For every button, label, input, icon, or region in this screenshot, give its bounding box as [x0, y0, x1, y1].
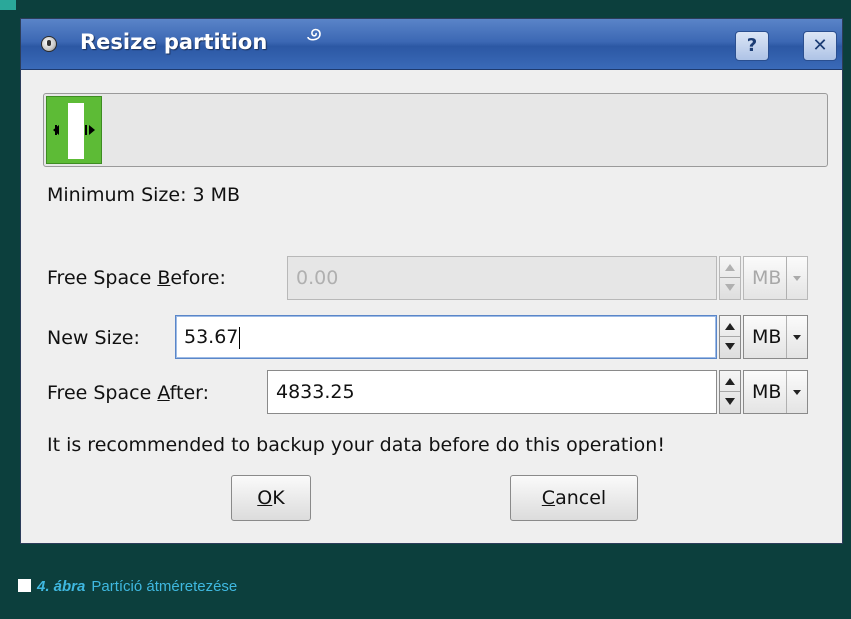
- chevron-down-icon: [786, 257, 807, 299]
- new-size-input[interactable]: 53.67: [175, 315, 717, 359]
- chevron-down-icon[interactable]: [786, 371, 807, 413]
- right-resize-handle-icon[interactable]: [85, 125, 95, 135]
- caption-bullet-icon: [18, 579, 31, 592]
- free-space-before-input: 0.00: [287, 256, 717, 300]
- spin-down-icon: [720, 278, 740, 299]
- label-text: fter:: [169, 382, 210, 404]
- backup-warning: It is recommended to backup your data be…: [47, 434, 665, 456]
- free-space-after-unit-select[interactable]: MB: [743, 370, 808, 414]
- caption-number: 4. ábra: [37, 578, 86, 595]
- cancel-button[interactable]: Cancel: [510, 475, 638, 521]
- app-icon: [41, 36, 57, 52]
- swirl-icon: [307, 28, 321, 41]
- chevron-down-icon[interactable]: [786, 316, 807, 358]
- free-space-before-label: Free Space Before:: [47, 267, 226, 289]
- partition-graph: [43, 93, 828, 167]
- free-space-after-input[interactable]: 4833.25: [267, 370, 717, 414]
- spin-up-icon: [720, 257, 740, 278]
- spin-down-icon[interactable]: [720, 337, 740, 358]
- label-text: efore:: [170, 267, 226, 289]
- free-space-before-spinner: [719, 256, 741, 300]
- label-text: Free Space: [47, 267, 158, 289]
- minimum-size-label: Minimum Size: 3 MB: [47, 184, 241, 206]
- new-size-label: New Size:: [47, 327, 140, 349]
- resize-partition-dialog: Resize partition ? ✕ Minimum Size: 3 MB …: [20, 18, 843, 544]
- label-mnemonic: B: [157, 267, 171, 289]
- help-button[interactable]: ?: [735, 31, 769, 61]
- text-cursor: [239, 326, 241, 349]
- window-title: Resize partition: [80, 30, 268, 54]
- label-mnemonic: A: [157, 382, 170, 404]
- new-size-spinner[interactable]: [719, 315, 741, 359]
- new-size-value: 53.67: [184, 326, 239, 348]
- free-space-after-label: Free Space After:: [47, 382, 209, 404]
- free-space-before-unit-select: MB: [743, 256, 808, 300]
- unit-value: MB: [752, 326, 782, 348]
- close-button[interactable]: ✕: [803, 31, 837, 61]
- label-text: Free Space: [47, 382, 158, 404]
- unit-value: MB: [752, 267, 782, 289]
- unit-value: MB: [752, 381, 782, 403]
- cancel-mnemonic: C: [541, 487, 556, 509]
- cancel-label: ancel: [555, 487, 607, 509]
- titlebar[interactable]: Resize partition ? ✕: [21, 19, 842, 70]
- ok-label: K: [272, 487, 285, 509]
- free-space-after-spinner[interactable]: [719, 370, 741, 414]
- partition-block[interactable]: [46, 96, 102, 164]
- left-resize-handle-icon[interactable]: [53, 125, 59, 135]
- spin-up-icon[interactable]: [720, 371, 740, 392]
- caption-text: Partíció átméretezése: [91, 578, 238, 595]
- spin-down-icon[interactable]: [720, 392, 740, 413]
- new-size-unit-select[interactable]: MB: [743, 315, 808, 359]
- corner-mark: [0, 0, 16, 10]
- spin-up-icon[interactable]: [720, 316, 740, 337]
- ok-mnemonic: O: [257, 487, 273, 509]
- partition-used-area: [68, 103, 84, 159]
- ok-button[interactable]: OK: [231, 475, 311, 521]
- figure-caption: 4. ábra Partíció átméretezése: [18, 578, 237, 595]
